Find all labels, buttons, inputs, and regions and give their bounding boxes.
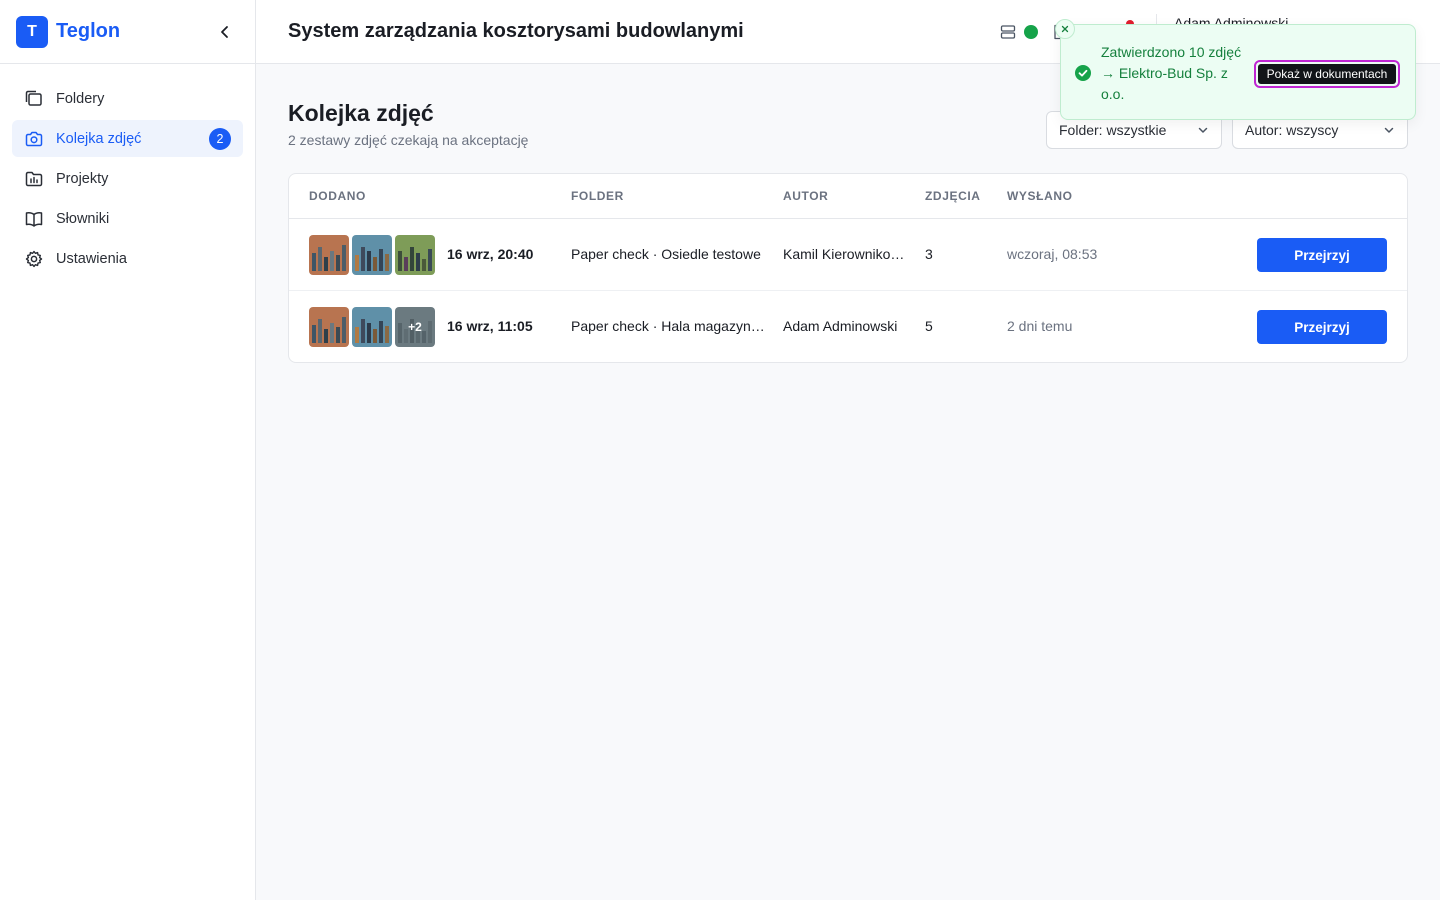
- row-author: Adam Adminowski: [783, 318, 898, 334]
- table-row[interactable]: 16 wrz, 20:40 Paper check · Osiedle test…: [289, 219, 1407, 291]
- sidebar-item-label: Ustawienia: [56, 250, 127, 267]
- queue-count-badge: 2: [209, 128, 231, 150]
- gear-icon: [24, 249, 44, 269]
- sidebar-item-projekty[interactable]: Projekty: [12, 160, 243, 197]
- more-photos-count: +2: [408, 320, 422, 334]
- sidebar-item-label: Kolejka zdjęć: [56, 130, 142, 147]
- brand-name[interactable]: Teglon: [56, 20, 120, 43]
- sidebar-nav: Foldery Kolejka zdjęć 2 Projekty Słownik…: [0, 64, 255, 296]
- review-button[interactable]: Przejrzyj: [1257, 238, 1387, 272]
- column-header-author[interactable]: AUTOR: [783, 189, 828, 203]
- sidebar-item-label: Foldery: [56, 90, 105, 107]
- row-folder: Paper check · Osiedle testowe: [571, 246, 761, 262]
- photo-thumbnail[interactable]: [309, 307, 349, 347]
- toast-message: Zatwierdzono 10 zdjęć → Elektro-Bud Sp. …: [1101, 44, 1242, 102]
- page-subtitle: 2 zestawy zdjęć czekają na akceptację: [288, 132, 529, 148]
- row-photo-count: 5: [925, 318, 933, 334]
- more-photos-thumbnail[interactable]: +2: [395, 307, 435, 347]
- sidebar-item-label: Słowniki: [56, 210, 110, 227]
- sidebar-item-ustawienia[interactable]: Ustawienia: [12, 240, 243, 277]
- sidebar-item-kolejka-zdjec[interactable]: Kolejka zdjęć 2: [12, 120, 243, 157]
- book-icon: [24, 209, 44, 229]
- folder-filter-value: Folder: wszystkie: [1059, 122, 1167, 138]
- row-added-date: 16 wrz, 11:05: [447, 318, 533, 334]
- close-icon: [1061, 25, 1069, 33]
- brand-logo[interactable]: T: [16, 15, 48, 48]
- photo-thumbnail[interactable]: [309, 235, 349, 275]
- table-header: DODANO FOLDER AUTOR ZDJĘCIA WYSŁANO: [289, 174, 1407, 219]
- check-circle-icon: [1075, 65, 1091, 81]
- success-toast: Zatwierdzono 10 zdjęć → Elektro-Bud Sp. …: [1055, 19, 1416, 120]
- project-folder-icon: [24, 169, 44, 189]
- row-added-date: 16 wrz, 20:40: [447, 246, 534, 262]
- collapse-sidebar-button[interactable]: [213, 20, 237, 44]
- row-author: Kamil Kierownikowski: [783, 246, 907, 262]
- toast-close-button[interactable]: [1055, 19, 1075, 39]
- photo-thumbnail[interactable]: [352, 235, 392, 275]
- server-icon[interactable]: [1000, 24, 1016, 40]
- column-header-photos[interactable]: ZDJĘCIA: [925, 189, 981, 203]
- sidebar-item-slowniki[interactable]: Słowniki: [12, 200, 243, 237]
- column-header-folder[interactable]: FOLDER: [571, 189, 624, 203]
- sidebar-item-label: Projekty: [56, 170, 109, 187]
- sidebar-item-foldery[interactable]: Foldery: [12, 80, 243, 117]
- app-title: System zarządzania kosztorysami budowlan…: [288, 20, 744, 42]
- row-sent-time: wczoraj, 08:53: [1007, 246, 1098, 262]
- photo-thumbnail[interactable]: [395, 235, 435, 275]
- folders-icon: [24, 89, 44, 109]
- column-header-added[interactable]: DODANO: [309, 189, 366, 203]
- page-title: Kolejka zdjęć: [288, 100, 434, 126]
- connection-status-dot: [1024, 25, 1038, 39]
- review-button[interactable]: Przejrzyj: [1257, 310, 1387, 344]
- author-filter-value: Autor: wszyscy: [1245, 122, 1339, 138]
- photo-thumbnails: [309, 235, 435, 275]
- photo-queue-table: DODANO FOLDER AUTOR ZDJĘCIA WYSŁANO 16 w…: [288, 173, 1408, 363]
- chevron-down-icon: [1198, 127, 1208, 133]
- row-folder: Paper check · Hala magazynowa: [571, 318, 771, 334]
- brand: T Teglon: [0, 0, 255, 64]
- camera-icon: [24, 129, 44, 149]
- chevron-down-icon: [1384, 127, 1394, 133]
- column-header-sent[interactable]: WYSŁANO: [1007, 189, 1073, 203]
- photo-thumbnails: +2: [309, 307, 435, 347]
- chevron-left-icon: [221, 26, 228, 38]
- table-row[interactable]: +2 16 wrz, 11:05 Paper check · Hala maga…: [289, 291, 1407, 362]
- row-photo-count: 3: [925, 246, 933, 262]
- photo-thumbnail[interactable]: [352, 307, 392, 347]
- show-in-documents-label: Pokaż w dokumentach: [1258, 64, 1396, 84]
- sidebar: T Teglon Foldery Kolejka zdjęć 2 Projekt…: [0, 0, 256, 900]
- show-in-documents-button[interactable]: Pokaż w dokumentach: [1254, 60, 1400, 88]
- row-sent-time: 2 dni temu: [1007, 318, 1073, 334]
